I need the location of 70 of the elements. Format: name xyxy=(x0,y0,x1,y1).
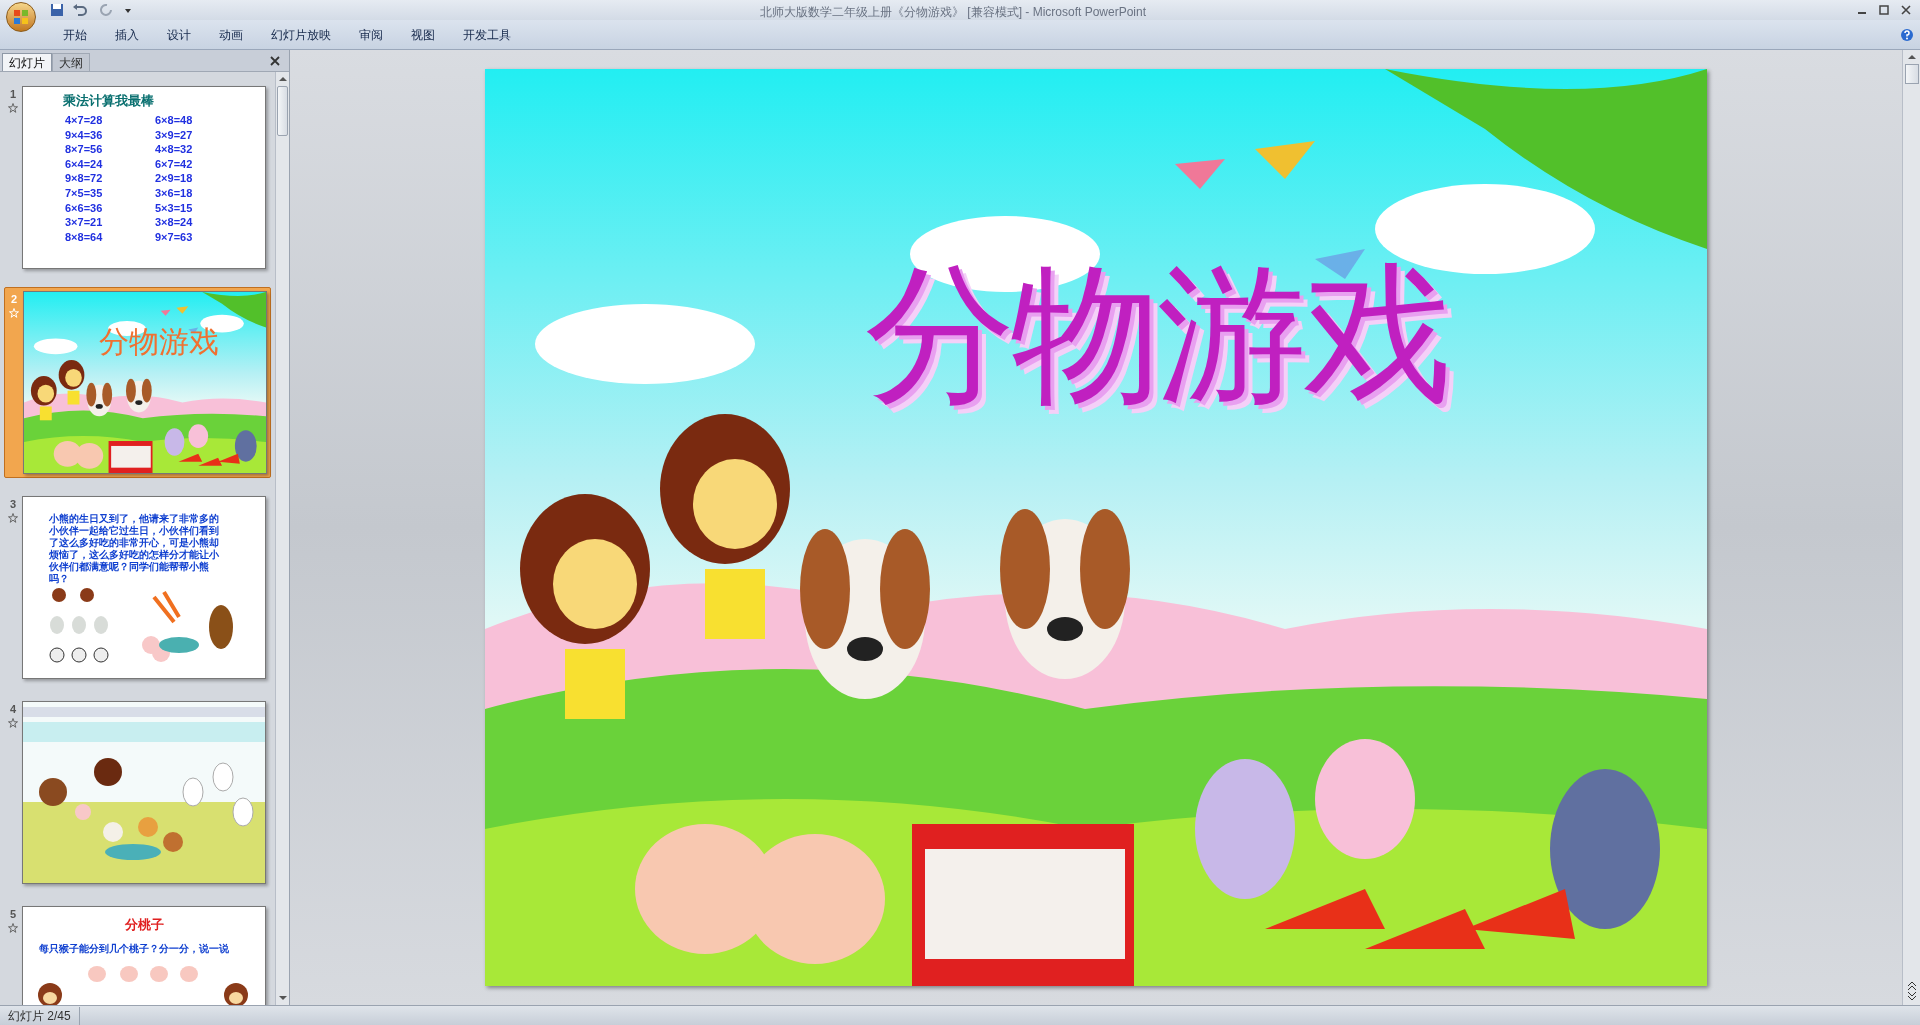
equation: 8×7=56 xyxy=(65,142,103,157)
animation-star-icon xyxy=(8,102,18,113)
next-slide-icon[interactable] xyxy=(1906,991,1917,1001)
panel-tab[interactable]: 大纲 xyxy=(52,53,90,71)
office-button[interactable] xyxy=(6,2,36,32)
slide-title: 分物游戏 xyxy=(865,259,1449,409)
ribbon-tab[interactable]: 开始 xyxy=(50,22,100,47)
slide-paragraph: 小熊的生日又到了，他请来了非常多的小伙伴一起给它过生日，小伙伴们看到了这么多好吃的非常开心，可是小熊却烦恼了，这么多好吃的怎样分才能让小伙伴们都满意呢？同学们能帮帮小熊吗？ xyxy=(49,513,220,585)
slide-number: 3 xyxy=(9,497,17,512)
equation: 6×7=42 xyxy=(155,156,193,172)
equation: 9×8=72 xyxy=(65,171,103,186)
slide-number: 5 xyxy=(9,907,17,922)
equation: 6×8=48 xyxy=(155,113,193,128)
slide-thumbnail[interactable]: 乘法计算我最棒 4×7=28 9×4=36 8×7=56 6×4=24 9×8=72 7×5=35 6×6=36 3×7=21 8×8=64 6×8=48 3×9=27 4×8=32 6×7=42 2×9=18 3×6=18 5×3=15 3×8=24 9×7=63 xyxy=(22,86,266,269)
slide-counter: 幻灯片 2/45 xyxy=(0,1006,80,1025)
ribbon-tab[interactable]: 动画 xyxy=(206,22,256,47)
equation: 2×9=18 xyxy=(155,171,193,186)
slide-thumbnail[interactable]: 小熊的生日又到了，他请来了非常多的小伙伴一起给它过生日，小伙伴们看到了这么多好吃的非常开心，可是小熊却烦恼了，这么多好吃的怎样分才能让小伙伴们都满意呢？同学们能帮帮小熊吗？ xyxy=(22,496,266,679)
ribbon-tab[interactable]: 设计 xyxy=(154,22,204,47)
scroll-down-icon[interactable] xyxy=(277,993,288,1003)
animation-star-icon xyxy=(8,717,18,728)
slide-number: 1 xyxy=(9,87,17,102)
undo-icon[interactable] xyxy=(72,3,88,17)
equation: 6×6=36 xyxy=(65,200,103,216)
equation: 9×7=63 xyxy=(155,229,193,245)
equation: 6×4=24 xyxy=(65,156,103,172)
equation: 3×7=21 xyxy=(65,215,103,230)
help-icon[interactable] xyxy=(1900,27,1914,42)
slide-heading: 分桃子 xyxy=(123,916,165,934)
window-title: 北师大版数学二年级上册《分物游戏》 [兼容模式] - Microsoft PowerPoint xyxy=(760,4,1147,21)
slide-number: 2 xyxy=(10,292,18,307)
scroll-thumb[interactable] xyxy=(1904,64,1919,84)
equation: 8×8=64 xyxy=(65,229,103,245)
office-logo-icon xyxy=(13,9,29,25)
scrollbar[interactable] xyxy=(275,72,289,1005)
previous-slide-icon[interactable] xyxy=(1906,981,1917,991)
equation: 3×8=24 xyxy=(155,215,193,230)
ribbon-tab[interactable]: 审阅 xyxy=(346,22,396,47)
animation-star-icon xyxy=(8,922,18,933)
equation: 3×9=27 xyxy=(155,127,193,143)
customize-dropdown-icon[interactable] xyxy=(124,6,132,14)
slide-number: 4 xyxy=(9,702,17,717)
ribbon-tab[interactable]: 幻灯片放映 xyxy=(258,22,344,47)
equation: 5×3=15 xyxy=(155,200,193,216)
equation: 3×6=18 xyxy=(155,185,193,201)
equation: 4×7=28 xyxy=(65,113,103,128)
scroll-up-icon[interactable] xyxy=(1906,52,1917,62)
equation: 9×4=36 xyxy=(65,127,103,143)
close-icon[interactable] xyxy=(1900,4,1912,16)
ribbon-tab[interactable]: 视图 xyxy=(398,22,448,47)
monkey-drawing xyxy=(223,983,249,1005)
scrollbar[interactable] xyxy=(1902,50,1920,1005)
slide-heading: 分物游戏 xyxy=(99,327,219,357)
save-icon[interactable] xyxy=(50,3,64,17)
scroll-thumb[interactable] xyxy=(277,86,288,136)
slide-thumbnail[interactable]: 分桃子 每只猴子能分到几个桃子？分一分，说一说 xyxy=(22,906,266,1005)
maximize-icon[interactable] xyxy=(1878,4,1890,16)
close-icon[interactable] xyxy=(269,55,281,67)
animation-star-icon xyxy=(9,307,19,318)
ribbon-tab[interactable]: 开发工具 xyxy=(450,22,524,47)
slide-subtitle: 每只猴子能分到几个桃子？分一分，说一说 xyxy=(39,942,229,956)
ribbon-tab[interactable]: 插入 xyxy=(102,22,152,47)
animation-star-icon xyxy=(8,512,18,523)
scroll-up-icon[interactable] xyxy=(277,74,288,84)
panel-tab[interactable]: 幻灯片 xyxy=(2,53,52,71)
monkey-drawing xyxy=(37,983,63,1005)
slide-heading: 乘法计算我最棒 xyxy=(63,92,154,110)
equation: 7×5=35 xyxy=(65,185,103,201)
equation: 4×8=32 xyxy=(155,142,193,157)
slide-thumbnail[interactable] xyxy=(22,701,266,884)
